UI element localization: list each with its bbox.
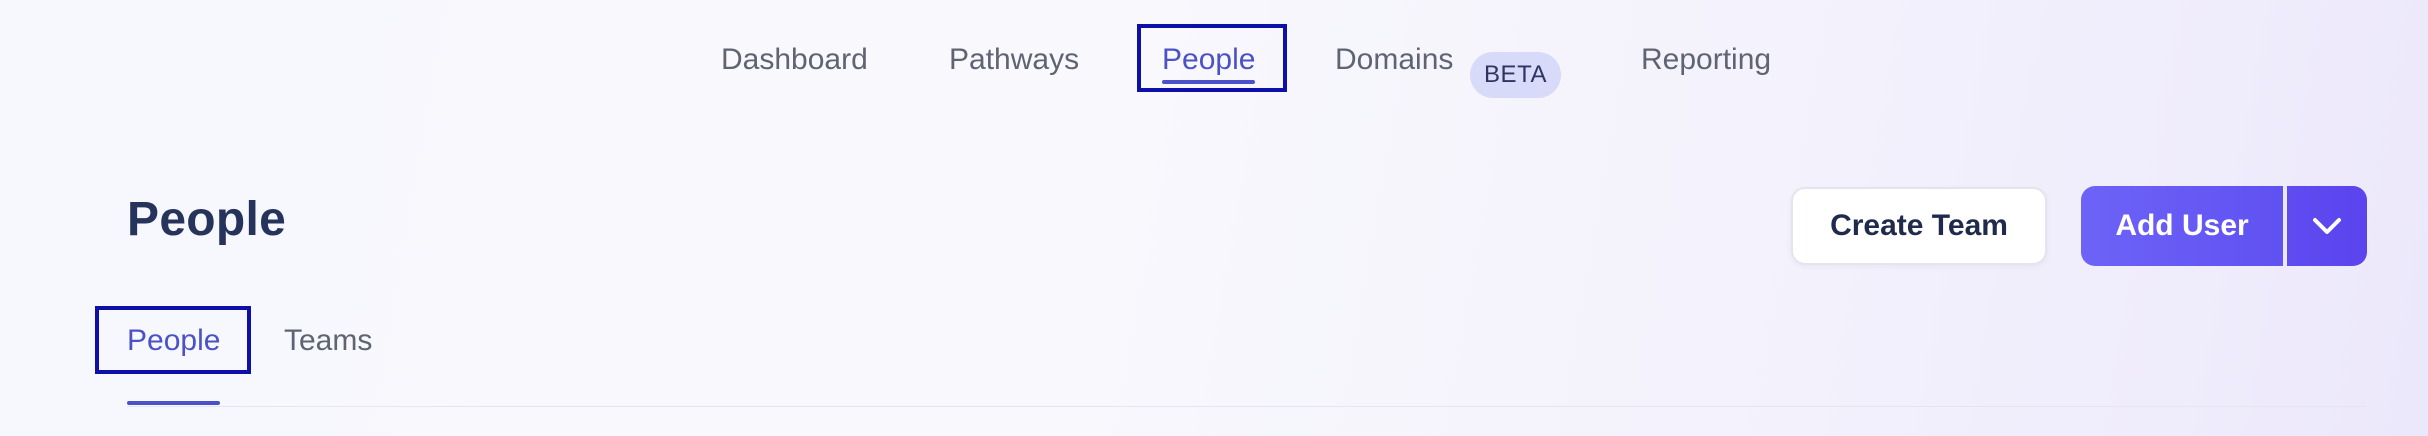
tabs-divider bbox=[127, 406, 2367, 407]
add-user-button[interactable]: Add User bbox=[2081, 186, 2283, 266]
tab-teams-label: Teams bbox=[284, 324, 373, 357]
nav-item-reporting-label: Reporting bbox=[1641, 43, 1772, 76]
create-team-button[interactable]: Create Team bbox=[1791, 187, 2047, 265]
add-user-label: Add User bbox=[2115, 209, 2249, 242]
tab-people-label: People bbox=[127, 324, 221, 357]
nav-item-domains-label: Domains bbox=[1335, 43, 1454, 76]
nav-item-pathways[interactable]: Pathways bbox=[949, 24, 1079, 96]
nav-item-dashboard[interactable]: Dashboard bbox=[721, 24, 868, 96]
create-team-label: Create Team bbox=[1830, 209, 2008, 242]
nav-item-dashboard-label: Dashboard bbox=[721, 43, 868, 76]
nav-item-people-label: People bbox=[1162, 43, 1256, 76]
nav-item-domains[interactable]: Domains bbox=[1335, 24, 1453, 96]
beta-badge: BETA bbox=[1470, 52, 1561, 98]
tab-people[interactable]: People bbox=[127, 310, 221, 405]
nav-item-pathways-label: Pathways bbox=[949, 43, 1080, 76]
tab-teams[interactable]: Teams bbox=[284, 310, 372, 372]
top-navigation: Dashboard Pathways People Domains Report… bbox=[0, 24, 2428, 98]
nav-item-people[interactable]: People bbox=[1162, 24, 1256, 96]
sub-tabs: People Teams bbox=[0, 310, 2428, 410]
chevron-down-icon bbox=[2313, 218, 2341, 234]
nav-item-reporting[interactable]: Reporting bbox=[1641, 24, 1771, 96]
page-title: People bbox=[127, 193, 287, 246]
add-user-button-group: Add User bbox=[2081, 186, 2367, 266]
add-user-dropdown-button[interactable] bbox=[2287, 186, 2367, 266]
